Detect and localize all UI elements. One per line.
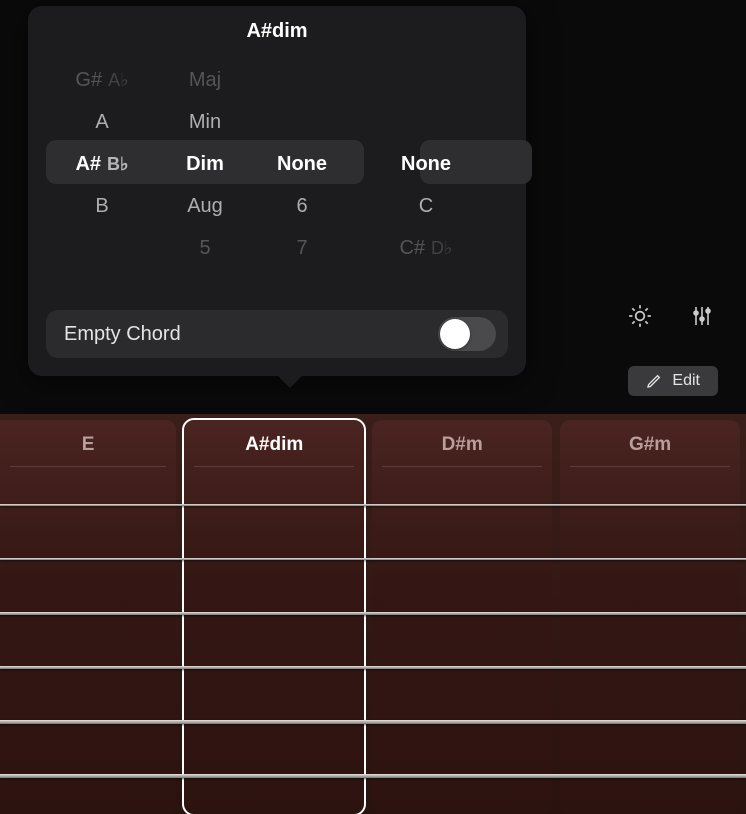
brightness-icon[interactable]: [624, 300, 656, 332]
extension-item[interactable]: [252, 101, 352, 143]
quality-item[interactable]: Min: [158, 101, 252, 143]
root-item[interactable]: G#A♭: [46, 59, 158, 101]
chord-cell[interactable]: G#m: [560, 420, 740, 814]
extension-item[interactable]: None: [252, 143, 352, 185]
root-note-picker[interactable]: G#A♭ A A#B♭ B: [46, 59, 158, 269]
bass-note-picker[interactable]: None C C#D♭: [378, 59, 474, 269]
extension-item[interactable]: 6: [252, 185, 352, 227]
quality-picker[interactable]: Maj Min Dim Aug 5: [158, 59, 252, 269]
sliders-icon[interactable]: [686, 300, 718, 332]
extension-item[interactable]: [252, 59, 352, 101]
chord-editor-popover: A#dim G#A♭ A A#B♭ B Maj Min Dim Aug 5: [28, 6, 526, 376]
chord-cell-label: G#m: [560, 434, 740, 456]
edit-button[interactable]: Edit: [628, 366, 718, 396]
quality-item[interactable]: Maj: [158, 59, 252, 101]
guitar-fretboard: E A#dim D#m G#m: [0, 414, 746, 814]
root-item[interactable]: A: [46, 101, 158, 143]
chord-cell[interactable]: A#dim: [184, 420, 364, 814]
root-item[interactable]: [46, 227, 158, 269]
chord-editor-title: A#dim: [46, 20, 508, 43]
pencil-icon: [646, 373, 662, 389]
chord-cell-label: D#m: [372, 434, 552, 456]
chord-picker-grid: G#A♭ A A#B♭ B Maj Min Dim Aug 5: [46, 59, 508, 269]
bass-item[interactable]: C: [378, 185, 474, 227]
quality-item[interactable]: 5: [158, 227, 252, 269]
root-item[interactable]: B: [46, 185, 158, 227]
instrument-toolbar: [624, 300, 718, 332]
empty-chord-label: Empty Chord: [64, 323, 181, 346]
quality-item[interactable]: Dim: [158, 143, 252, 185]
edit-button-label: Edit: [672, 372, 700, 390]
quality-item[interactable]: Aug: [158, 185, 252, 227]
chord-strip: E A#dim D#m G#m: [0, 414, 746, 814]
root-item[interactable]: A#B♭: [46, 143, 158, 185]
bass-item[interactable]: None: [378, 143, 474, 185]
chord-cell-label: E: [0, 434, 176, 456]
extension-item[interactable]: 7: [252, 227, 352, 269]
chord-cell-label: A#dim: [184, 434, 364, 456]
chord-cell[interactable]: E: [0, 420, 176, 814]
empty-chord-toggle[interactable]: [438, 317, 496, 351]
bass-item[interactable]: [378, 101, 474, 143]
bass-item[interactable]: C#D♭: [378, 227, 474, 269]
extension-picker[interactable]: None 6 7: [252, 59, 352, 269]
bass-item[interactable]: [378, 59, 474, 101]
empty-chord-row: Empty Chord: [46, 310, 508, 358]
toggle-knob: [440, 319, 470, 349]
chord-cell[interactable]: D#m: [372, 420, 552, 814]
